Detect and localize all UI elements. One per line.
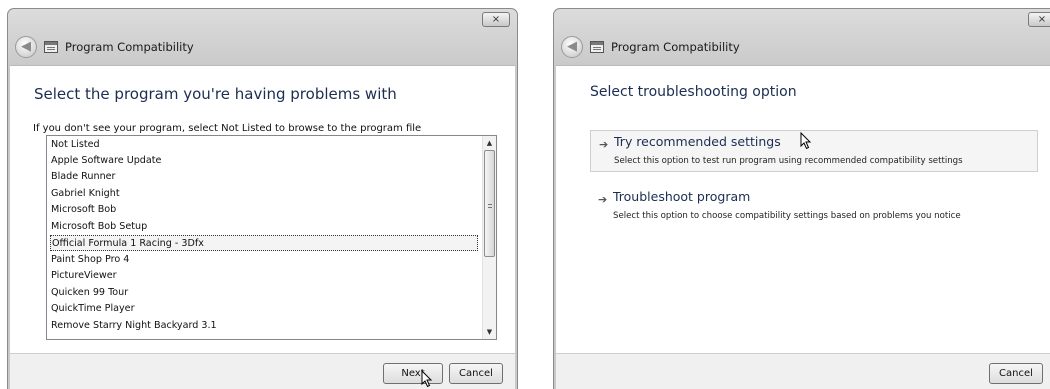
page-heading: Select troubleshooting option [590, 84, 797, 100]
program-list-item[interactable]: PictureViewer [50, 268, 117, 284]
next-button[interactable]: Next [383, 363, 443, 384]
back-button[interactable]: ◀ [561, 36, 583, 58]
option-title: Try recommended settings [614, 134, 781, 149]
program-list-item[interactable]: Apple Software Update [50, 153, 161, 169]
troubleshoot-program-option[interactable]: ➔ Troubleshoot program Select this optio… [590, 186, 1038, 228]
window-title: Program Compatibility [65, 40, 194, 54]
program-compatibility-icon [44, 41, 58, 53]
program-compatibility-window-select-program: × ◀ Program Compatibility Select the pro… [7, 8, 518, 389]
scroll-thumb[interactable] [484, 150, 495, 257]
program-list-item[interactable]: Paint Shop Pro 4 [50, 252, 129, 268]
arrow-right-icon: ➔ [599, 138, 609, 151]
program-list-item[interactable]: Remove Starry Night Backyard 3.1 [50, 318, 217, 334]
back-arrow-icon: ◀ [21, 39, 31, 54]
instruction-text: If you don't see your program, select No… [33, 123, 422, 134]
close-button[interactable]: × [1028, 12, 1050, 27]
back-arrow-icon: ◀ [567, 39, 577, 54]
mouse-cursor-icon [800, 132, 812, 150]
try-recommended-settings-option[interactable]: ➔ Try recommended settings Select this o… [590, 130, 1038, 172]
cancel-button[interactable]: Cancel [449, 363, 503, 384]
close-button[interactable]: × [482, 12, 510, 27]
program-list-item[interactable]: Microsoft Bob Setup [50, 219, 147, 235]
cancel-button[interactable]: Cancel [989, 363, 1043, 384]
wizard-content: Select the program you're having problem… [10, 65, 515, 353]
program-list-item[interactable]: QuickTime Player [50, 301, 135, 317]
program-list-item[interactable]: Microsoft Bob [50, 202, 116, 218]
program-list[interactable]: Not Listed Apple Software Update Blade R… [46, 135, 497, 340]
scroll-grip-icon [488, 204, 492, 208]
window-title: Program Compatibility [611, 40, 740, 54]
program-list-item[interactable]: Gabriel Knight [50, 186, 120, 202]
wizard-footer: Cancel [556, 353, 1050, 389]
mouse-cursor-icon [421, 370, 433, 388]
list-scrollbar[interactable]: ▲ ▼ [482, 136, 496, 339]
program-list-item[interactable]: Quicken 99 Tour [50, 285, 128, 301]
program-list-item[interactable]: Blade Runner [50, 169, 116, 185]
program-list-item-selected[interactable]: Official Formula 1 Racing - 3Dfx [50, 235, 478, 251]
program-list-item[interactable]: Not Listed [50, 137, 100, 153]
back-button[interactable]: ◀ [15, 36, 37, 58]
option-title: Troubleshoot program [613, 189, 751, 204]
scroll-down-button[interactable]: ▼ [483, 325, 496, 339]
page-heading: Select the program you're having problem… [34, 85, 397, 103]
option-description: Select this option to test run program u… [614, 156, 963, 166]
arrow-right-icon: ➔ [598, 193, 608, 206]
wizard-content: Select troubleshooting option ➔ Try reco… [556, 65, 1050, 353]
option-description: Select this option to choose compatibili… [613, 211, 961, 221]
program-compatibility-window-troubleshooting-option: × ◀ Program Compatibility Select trouble… [553, 8, 1050, 389]
wizard-footer: Next Cancel [10, 353, 515, 389]
scroll-up-button[interactable]: ▲ [483, 136, 496, 150]
program-compatibility-icon [590, 41, 604, 53]
